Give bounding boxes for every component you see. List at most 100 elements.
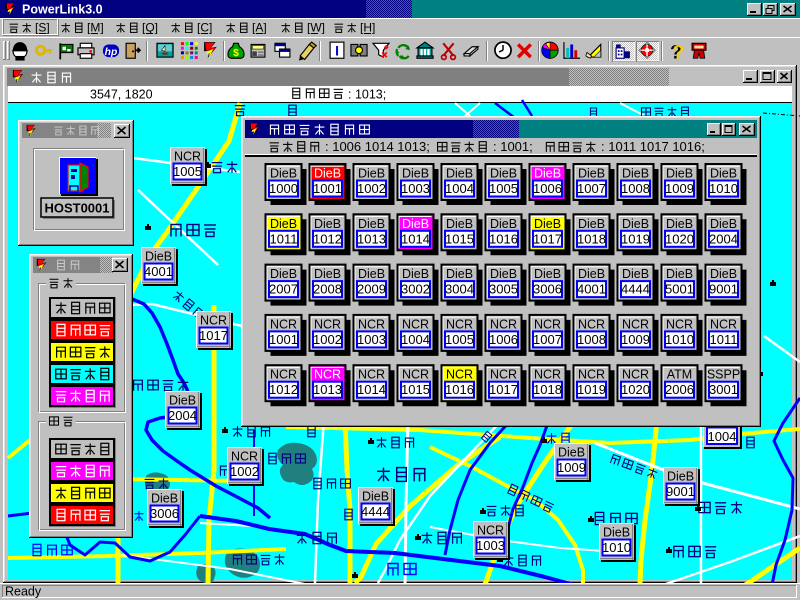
svg-text:3004: 3004: [445, 282, 474, 297]
svg-text:DieB: DieB: [666, 217, 693, 231]
svg-text:: 1011 1017 1016;: : 1011 1017 1016;: [601, 139, 705, 154]
svg-text:NCR: NCR: [477, 524, 504, 538]
svg-text:1010: 1010: [665, 332, 694, 347]
svg-text:DieB: DieB: [314, 167, 341, 181]
svg-text:[S]: [S]: [35, 21, 50, 35]
svg-text:5001: 5001: [665, 282, 694, 297]
svg-text:NCR: NCR: [622, 368, 649, 382]
svg-text:NCR: NCR: [314, 317, 341, 331]
svg-text:DieB: DieB: [362, 490, 389, 504]
svg-text:NCR: NCR: [666, 317, 693, 331]
svg-text:NCR: NCR: [270, 317, 297, 331]
svg-text:2004: 2004: [168, 408, 197, 423]
svg-text:DieB: DieB: [578, 167, 605, 181]
svg-text:DieB: DieB: [534, 267, 561, 281]
svg-text:1008: 1008: [621, 181, 650, 196]
svg-text:[Q]: [Q]: [142, 21, 158, 35]
svg-text:hp: hp: [105, 47, 118, 58]
svg-text:DieB: DieB: [270, 167, 297, 181]
svg-text:I: I: [335, 43, 339, 58]
svg-text:DieB: DieB: [402, 217, 429, 231]
svg-text:1005: 1005: [173, 164, 202, 179]
svg-text:1005: 1005: [445, 332, 474, 347]
svg-text:DieB: DieB: [578, 217, 605, 231]
svg-text:$: $: [233, 48, 239, 59]
svg-text:1016: 1016: [445, 382, 474, 397]
svg-text:1020: 1020: [665, 231, 694, 246]
svg-text:1007: 1007: [577, 181, 606, 196]
svg-text:DieB: DieB: [151, 492, 178, 506]
svg-text:3006: 3006: [533, 282, 562, 297]
svg-text:1001: 1001: [269, 332, 298, 347]
svg-text:DieB: DieB: [314, 217, 341, 231]
svg-text:1002: 1002: [313, 332, 342, 347]
svg-text:DieB: DieB: [622, 167, 649, 181]
svg-text:1014: 1014: [401, 231, 430, 246]
svg-text:4001: 4001: [577, 282, 606, 297]
svg-text:1004: 1004: [401, 332, 430, 347]
svg-text:1002: 1002: [357, 181, 386, 196]
svg-text:1017: 1017: [199, 328, 228, 343]
svg-text:9001: 9001: [666, 484, 695, 499]
svg-text:NCR: NCR: [314, 368, 341, 382]
svg-text:DieB: DieB: [667, 470, 694, 484]
svg-text:DieB: DieB: [270, 217, 297, 231]
svg-text:: 1006 1014 1013;: : 1006 1014 1013;: [325, 139, 430, 154]
svg-text:DieB: DieB: [490, 217, 517, 231]
svg-text:1001: 1001: [313, 181, 342, 196]
svg-text:1007: 1007: [533, 332, 562, 347]
svg-text:[A]: [A]: [252, 21, 267, 35]
svg-text:2009: 2009: [357, 282, 386, 297]
svg-text:DieB: DieB: [710, 267, 737, 281]
svg-text:[C]: [C]: [197, 21, 212, 35]
svg-text:SSPP: SSPP: [707, 368, 740, 382]
svg-text:NCR: NCR: [402, 368, 429, 382]
svg-text:1011: 1011: [710, 332, 738, 347]
svg-text:1020: 1020: [621, 382, 650, 397]
svg-text:?: ?: [672, 41, 684, 63]
svg-text:1010: 1010: [602, 540, 631, 555]
svg-text:[W]: [W]: [307, 21, 325, 35]
svg-text:DieB: DieB: [402, 267, 429, 281]
svg-text:DieB: DieB: [710, 167, 737, 181]
svg-text:DieB: DieB: [558, 446, 585, 460]
svg-text:1009: 1009: [665, 181, 694, 196]
svg-text:1016: 1016: [489, 231, 518, 246]
svg-text:NCR: NCR: [534, 368, 561, 382]
svg-text:9001: 9001: [709, 282, 738, 297]
svg-text:1005: 1005: [489, 181, 518, 196]
svg-text:DieB: DieB: [270, 267, 297, 281]
svg-text:1006: 1006: [489, 332, 518, 347]
svg-text:Ready: Ready: [5, 585, 42, 599]
svg-text:1006: 1006: [533, 181, 562, 196]
svg-text:NCR: NCR: [402, 317, 429, 331]
svg-text:NCR: NCR: [446, 368, 473, 382]
svg-text:1013: 1013: [313, 382, 342, 397]
svg-text:DieB: DieB: [666, 267, 693, 281]
svg-text:1011: 1011: [270, 231, 298, 246]
svg-text:NCR: NCR: [270, 368, 297, 382]
svg-text:DieB: DieB: [534, 167, 561, 181]
svg-text:3547, 1820: 3547, 1820: [90, 88, 153, 102]
svg-text:DieB: DieB: [314, 267, 341, 281]
svg-text:DieB: DieB: [446, 217, 473, 231]
svg-text:1013: 1013: [357, 231, 386, 246]
svg-text:DieB: DieB: [603, 526, 630, 540]
svg-text:NCR: NCR: [174, 150, 201, 164]
svg-text:1019: 1019: [621, 231, 650, 246]
svg-text:DieB: DieB: [358, 217, 385, 231]
svg-text:1014: 1014: [357, 382, 386, 397]
svg-text:1003: 1003: [401, 181, 430, 196]
svg-text:DieB: DieB: [169, 394, 196, 408]
svg-text:PowerLink3.0: PowerLink3.0: [22, 3, 103, 17]
svg-text:NCR: NCR: [622, 317, 649, 331]
svg-text:NCR: NCR: [578, 368, 605, 382]
svg-text:NCR: NCR: [200, 314, 227, 328]
svg-text:DieB: DieB: [490, 167, 517, 181]
svg-text:2008: 2008: [313, 282, 342, 297]
svg-text:1018: 1018: [577, 231, 606, 246]
svg-text:1012: 1012: [269, 382, 298, 397]
svg-text:NCR: NCR: [446, 317, 473, 331]
svg-text:: 1001;: : 1001;: [493, 139, 533, 154]
svg-text:1015: 1015: [401, 382, 430, 397]
